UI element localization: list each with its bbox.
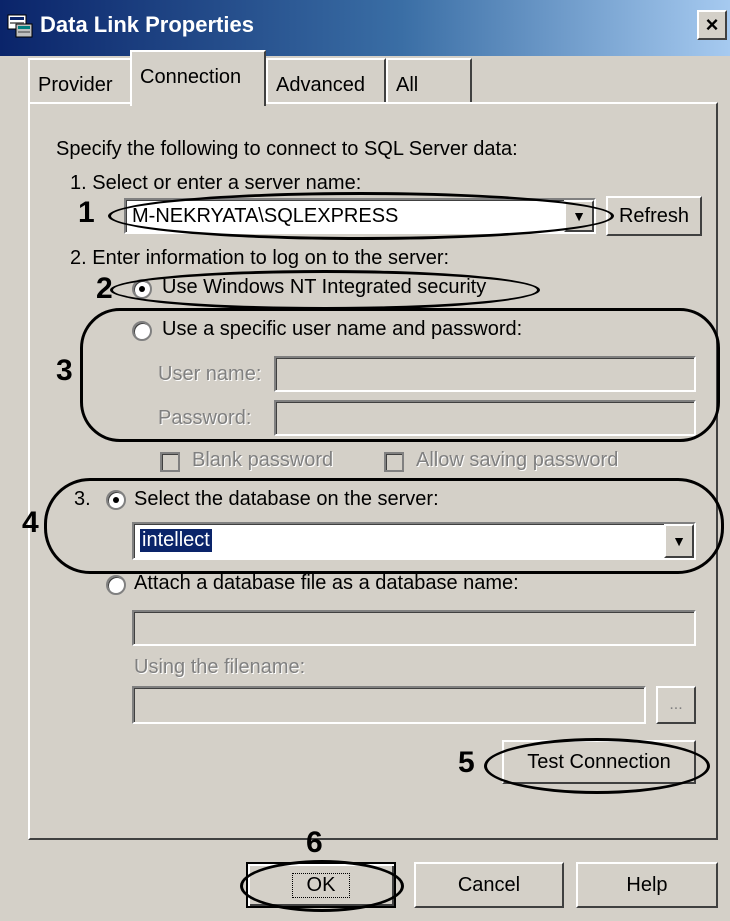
- help-button-label: Help: [626, 873, 668, 896]
- windows-auth-label: Use Windows NT Integrated security: [162, 276, 487, 298]
- server-dropdown-button[interactable]: ▼: [564, 200, 594, 232]
- allow-saving-label: Allow saving password: [416, 449, 619, 471]
- annotation-number-6: 6: [306, 826, 323, 859]
- close-button[interactable]: ×: [697, 10, 727, 40]
- annotation-number-3: 3: [56, 354, 73, 387]
- step2-label: 2. Enter information to log on to the se…: [70, 247, 450, 269]
- username-label: User name:: [158, 363, 262, 385]
- step3-prefix: 3.: [74, 488, 91, 510]
- allow-saving-checkbox[interactable]: [384, 452, 404, 472]
- tab-advanced[interactable]: Advanced: [266, 58, 386, 104]
- ok-button[interactable]: OK: [246, 862, 396, 908]
- attach-db-name-field[interactable]: [132, 610, 696, 646]
- refresh-button-label: Refresh: [618, 204, 690, 227]
- cancel-button-label: Cancel: [457, 873, 521, 896]
- server-name-value: M-NEKRYATA\SQLEXPRESS: [132, 205, 399, 227]
- help-button[interactable]: Help: [576, 862, 718, 908]
- specific-user-label: Use a specific user name and password:: [162, 318, 523, 340]
- tab-provider[interactable]: Provider: [28, 58, 132, 104]
- test-connection-label: Test Connection: [527, 750, 671, 773]
- database-value: intellect: [140, 529, 212, 552]
- close-icon: ×: [705, 12, 719, 37]
- blank-password-label: Blank password: [192, 449, 334, 471]
- annotation-number-1: 1: [78, 196, 95, 229]
- select-db-radio[interactable]: [106, 490, 126, 510]
- windows-auth-radio[interactable]: [132, 279, 152, 299]
- select-db-label: Select the database on the server:: [134, 488, 439, 510]
- annotation-number-5: 5: [458, 746, 475, 779]
- chevron-down-icon: ▼: [572, 208, 586, 224]
- attach-db-label: Attach a database file as a database nam…: [134, 572, 519, 594]
- tab-provider-label: Provider: [38, 74, 113, 96]
- tab-all[interactable]: All: [386, 58, 472, 104]
- using-filename-label: Using the filename:: [134, 656, 306, 678]
- database-dropdown-button[interactable]: ▼: [664, 524, 694, 558]
- blank-password-checkbox[interactable]: [160, 452, 180, 472]
- chevron-down-icon: ▼: [672, 533, 686, 549]
- tab-connection-label: Connection: [140, 66, 242, 88]
- data-link-icon: [7, 14, 33, 38]
- ok-button-label: OK: [291, 872, 351, 898]
- attach-db-radio[interactable]: [106, 575, 126, 595]
- annotation-number-2: 2: [96, 272, 113, 305]
- window-title: Data Link Properties: [40, 12, 254, 37]
- test-connection-button[interactable]: Test Connection: [502, 740, 696, 784]
- specific-user-radio[interactable]: [132, 321, 152, 341]
- tab-all-label: All: [396, 74, 419, 96]
- password-label: Password:: [158, 407, 252, 429]
- intro-text: Specify the following to connect to SQL …: [56, 138, 518, 160]
- cancel-button[interactable]: Cancel: [414, 862, 564, 908]
- username-field[interactable]: [274, 356, 696, 392]
- database-combo[interactable]: intellect ▼: [132, 522, 696, 560]
- step1-label: 1. Select or enter a server name:: [70, 172, 362, 194]
- title-bar: Data Link Properties ×: [0, 0, 730, 56]
- server-name-combo[interactable]: M-NEKRYATA\SQLEXPRESS ▼: [124, 198, 596, 234]
- tab-connection[interactable]: Connection: [130, 50, 266, 106]
- password-field[interactable]: [274, 400, 696, 436]
- annotation-number-4: 4: [22, 506, 39, 539]
- browse-button-label: ...: [669, 696, 683, 713]
- filename-field[interactable]: [132, 686, 646, 724]
- refresh-button[interactable]: Refresh: [606, 196, 702, 236]
- browse-button[interactable]: ...: [656, 686, 696, 724]
- tab-advanced-label: Advanced: [276, 74, 365, 96]
